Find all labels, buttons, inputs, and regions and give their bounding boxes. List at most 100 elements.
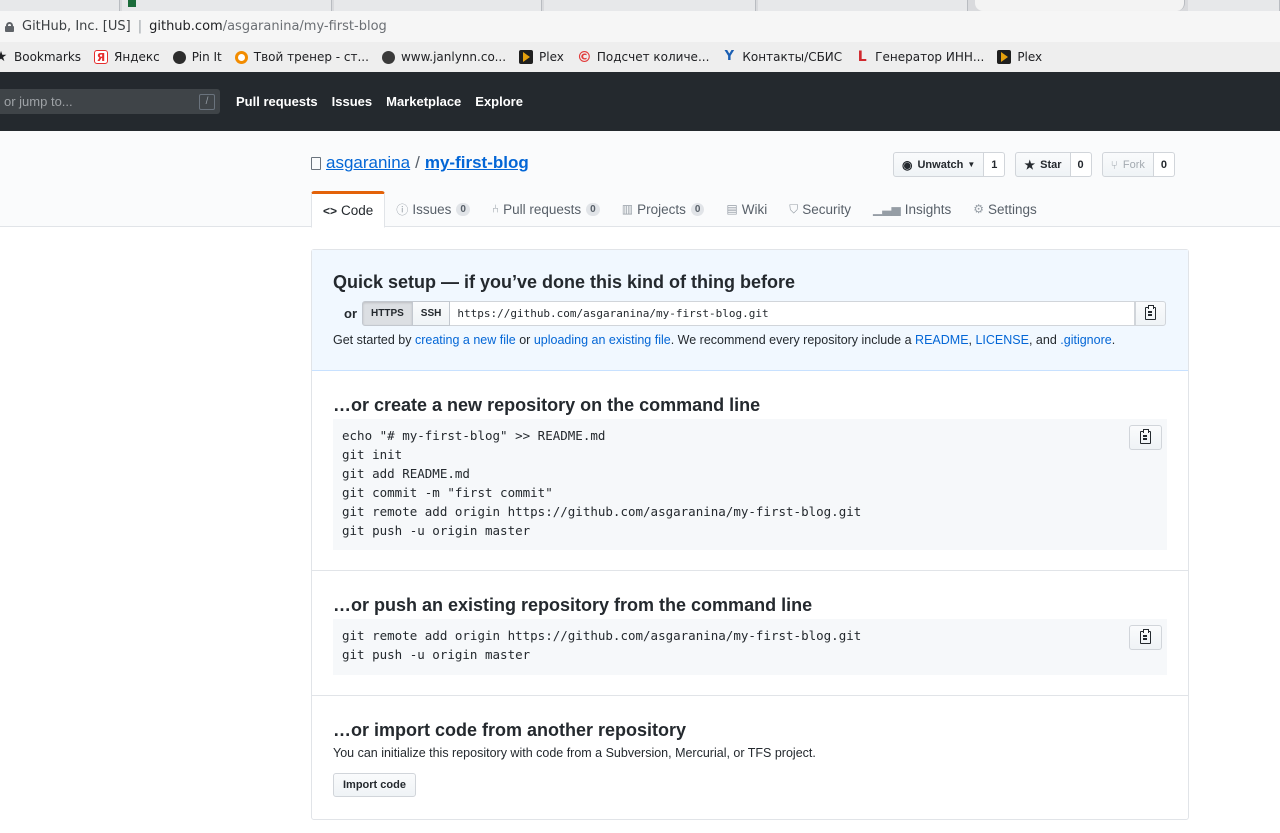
browser-tab[interactable]	[544, 0, 756, 11]
browser-tab[interactable]	[758, 0, 968, 11]
bookmark-bookmarks[interactable]: ★ Bookmarks	[0, 50, 81, 64]
address-bar[interactable]: GitHub, Inc. [US] | github.com/asgaranin…	[0, 11, 1280, 42]
star-label: Star	[1040, 158, 1062, 171]
browser-tab[interactable]	[1188, 0, 1280, 11]
browser-tab[interactable]	[0, 0, 120, 11]
url-host[interactable]: github.com	[149, 19, 223, 34]
tab-security[interactable]: ⛉ Security	[778, 191, 862, 227]
book-icon: ▤	[726, 202, 738, 216]
clipboard-icon	[1140, 429, 1151, 444]
or-label: or	[344, 306, 357, 321]
repo-owner-link[interactable]: asgaranina	[326, 153, 410, 173]
plex-icon	[519, 50, 534, 64]
bookmark-label: Контакты/СБИС	[742, 50, 843, 64]
nav-issues[interactable]: Issues	[332, 94, 372, 109]
create-repo-title: …or create a new repository on the comma…	[333, 395, 761, 415]
code-icon: <>	[323, 203, 338, 218]
globe-icon	[381, 50, 395, 64]
fork-group: ⑂ Fork 0	[1101, 152, 1175, 177]
caret-down-icon: ▼	[967, 160, 976, 169]
bookmark-label: www.janlynn.co...	[400, 50, 507, 64]
star-button[interactable]: ★ Star	[1015, 152, 1071, 177]
quick-setup-help: Get started by creating a new file or up…	[333, 333, 1115, 347]
watch-group: ◉ Unwatch ▼ 1	[893, 152, 1006, 177]
watch-count[interactable]: 1	[984, 152, 1006, 177]
browser-tab[interactable]	[334, 0, 542, 11]
nav-explore[interactable]: Explore	[475, 94, 523, 109]
star-icon: ★	[1024, 157, 1036, 172]
gitignore-link[interactable]: .gitignore	[1060, 333, 1111, 347]
tab-projects[interactable]: ▥ Projects 0	[611, 191, 716, 227]
clipboard-icon	[1140, 629, 1151, 644]
clone-url-input[interactable]: https://github.com/asgaranina/my-first-b…	[450, 301, 1135, 326]
create-repo-code[interactable]: echo "# my-first-blog" >> README.md git …	[333, 419, 1167, 550]
import-code-button[interactable]: Import code	[333, 773, 416, 797]
bookmark-pin-it[interactable]: Pin It	[172, 50, 222, 64]
inn-icon: L	[857, 49, 867, 65]
browser-tab[interactable]	[122, 0, 332, 11]
site-identity[interactable]: GitHub, Inc. [US]	[22, 19, 131, 34]
url-path[interactable]: /asgaranina/my-first-blog	[223, 19, 387, 34]
tab-label: Code	[341, 203, 374, 218]
create-new-file-link[interactable]: creating a new file	[415, 333, 516, 347]
ssh-button[interactable]: SSH	[412, 301, 451, 326]
readme-link[interactable]: README	[915, 333, 968, 347]
push-repo-section: …or push an existing repository from the…	[312, 571, 1188, 696]
eye-icon: ◉	[902, 157, 913, 172]
tab-code[interactable]: <> Code	[311, 191, 386, 228]
pull-request-icon: ⑃	[491, 202, 500, 216]
tab-wiki[interactable]: ▤ Wiki	[715, 191, 778, 227]
tab-settings[interactable]: ⚙ Settings	[962, 191, 1048, 227]
https-button[interactable]: HTTPS	[362, 301, 413, 326]
bookmark-trainer[interactable]: Твой тренер - ст...	[234, 50, 369, 64]
repo-tabs: <> Code ⓘ Issues 0 ⑃ Pull requests 0 ▥ P…	[311, 191, 1048, 228]
star-count[interactable]: 0	[1070, 152, 1092, 177]
tab-counter: 0	[586, 202, 600, 216]
copy-push-commands-button[interactable]	[1129, 625, 1162, 650]
fork-count[interactable]: 0	[1153, 152, 1175, 177]
import-description: You can initialize this repository with …	[333, 746, 816, 760]
unwatch-label: Unwatch	[917, 158, 964, 171]
search-input[interactable]	[4, 93, 174, 110]
nav-pull-requests[interactable]: Pull requests	[236, 94, 318, 109]
bookmark-contacts[interactable]: Y Контакты/СБИС	[722, 50, 843, 65]
empty-repo-setup-box: Quick setup — if you’ve done this kind o…	[311, 249, 1189, 820]
gear-icon: ⚙	[973, 202, 985, 216]
unwatch-button[interactable]: ◉ Unwatch ▼	[893, 152, 985, 177]
shield-icon: ⛉	[789, 201, 799, 216]
bookmark-plex[interactable]: Plex	[519, 50, 564, 64]
star-icon: ★	[0, 49, 8, 65]
bookmark-label: Подсчет количе...	[596, 50, 710, 64]
tab-insights[interactable]: ▁▃▅ Insights	[862, 191, 962, 227]
tab-label: Issues	[412, 201, 452, 217]
plex-icon	[997, 50, 1012, 64]
repo-icon	[311, 156, 321, 170]
bookmark-plex-2[interactable]: Plex	[997, 50, 1042, 64]
nav-marketplace[interactable]: Marketplace	[386, 94, 461, 109]
repo-name-link[interactable]: my-first-blog	[425, 153, 529, 173]
tab-label: Security	[802, 201, 852, 217]
bookmark-yandex[interactable]: Я Яндекс	[94, 50, 160, 64]
bookmark-inn-generator[interactable]: L Генератор ИНН...	[855, 49, 985, 65]
copy-url-button[interactable]	[1135, 301, 1166, 326]
tab-issues[interactable]: ⓘ Issues 0	[385, 191, 481, 227]
browser-tab-active[interactable]	[975, 0, 1185, 11]
bookmark-label: Твой тренер - ст...	[253, 50, 369, 64]
license-link[interactable]: LICENSE	[975, 333, 1029, 347]
bookmark-label: Plex	[1017, 50, 1043, 64]
upload-existing-file-link[interactable]: uploading an existing file	[534, 333, 671, 347]
fork-button[interactable]: ⑂ Fork	[1101, 152, 1154, 177]
bookmark-counter[interactable]: © Подсчет количе...	[577, 50, 710, 65]
pin-it-icon	[172, 50, 186, 64]
tab-counter: 0	[690, 202, 705, 216]
push-repo-code[interactable]: git remote add origin https://github.com…	[333, 619, 1167, 675]
create-repo-section: …or create a new repository on the comma…	[312, 371, 1188, 571]
copy-create-commands-button[interactable]	[1129, 425, 1162, 450]
help-text: or	[515, 333, 534, 347]
graph-icon: ▁▃▅	[873, 202, 901, 216]
tab-pull-requests[interactable]: ⑃ Pull requests 0	[481, 191, 611, 227]
bookmark-janlynn[interactable]: www.janlynn.co...	[381, 50, 507, 64]
repo-actions: ◉ Unwatch ▼ 1 ★ Star 0 ⑂ Fork 0	[893, 152, 1175, 177]
browser-tab-strip	[0, 0, 1280, 11]
bookmark-label: Яндекс	[114, 50, 160, 64]
